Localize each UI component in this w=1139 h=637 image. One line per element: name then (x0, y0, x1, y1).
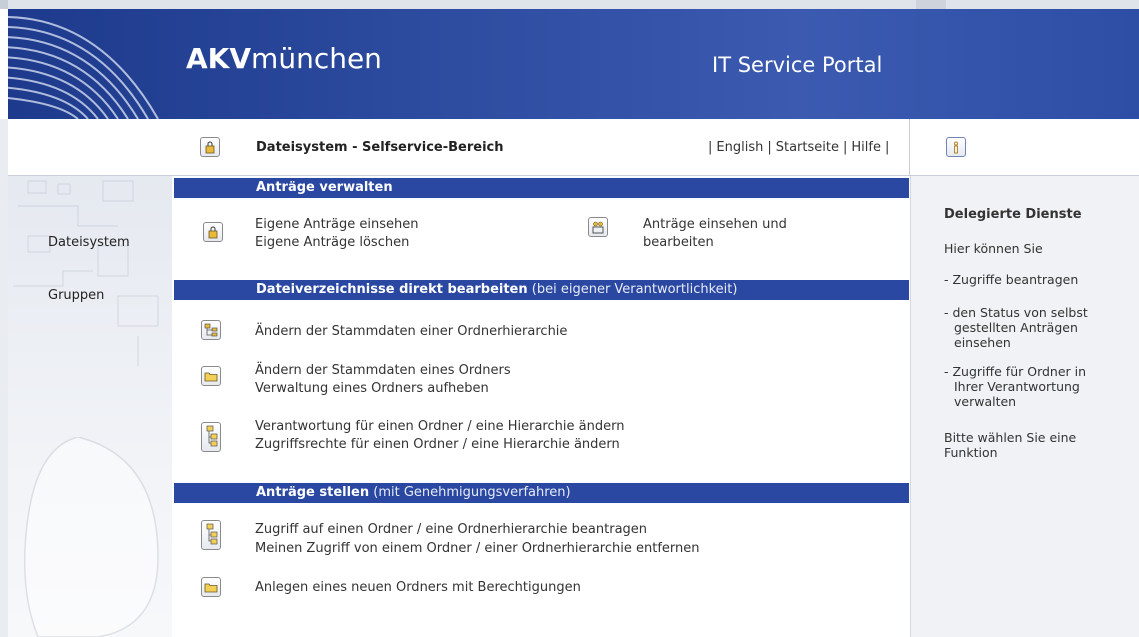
link-line: Anträge einsehen und (643, 217, 787, 232)
panel-bullet: - den Status von selbst gestellten Anträ… (944, 305, 1088, 350)
divider (909, 119, 910, 175)
section-subtitle: (mit Genehmigungsverfahren) (373, 485, 571, 500)
section-header-antraege-stellen: Anträge stellen (mit Genehmigungsverfahr… (174, 483, 909, 503)
mouse-graphic (23, 437, 159, 637)
folder-hierarchy-icon[interactable] (201, 520, 221, 550)
create-folder-link[interactable]: Anlegen eines neuen Ordners mit Berechti… (255, 579, 581, 597)
access-rights-change-link[interactable]: Zugriffsrechte für einen Ordner / eine H… (255, 436, 620, 454)
bullet-line: - Zugriffe für Ordner in (944, 364, 1087, 379)
requests-view-edit-link[interactable]: Anträge einsehen und bearbeiten (643, 216, 787, 252)
logo-bold-text: AKV (186, 42, 252, 75)
section-title: Anträge verwalten (256, 180, 393, 195)
section-title: Anträge stellen (256, 485, 370, 500)
page-title: Dateisystem - Selfservice-Bereich (256, 140, 504, 155)
link-separator: | (884, 140, 890, 155)
header-banner (8, 9, 1139, 119)
panel-heading: Delegierte Dienste (944, 207, 1082, 222)
bullet-line: Ihrer Verantwortung (954, 379, 1080, 394)
panel-intro: Hier können Sie (944, 241, 1043, 256)
bullet-line: einsehen (954, 335, 1011, 350)
outro-line: Funktion (944, 445, 998, 460)
section-header-antraege-verwalten: Anträge verwalten (174, 178, 909, 198)
section-subtitle: (bei eigener Verantwortlichkeit) (531, 282, 738, 297)
section-header-dateiverzeichnisse: Dateiverzeichnisse direkt bearbeiten (be… (174, 280, 909, 300)
link-hilfe[interactable]: Hilfe (851, 140, 881, 155)
lock-document-icon (200, 137, 220, 157)
bullet-line: verwalten (954, 394, 1017, 409)
top-links: | English | Startseite | Hilfe | (704, 140, 893, 155)
request-access-link[interactable]: Zugriff auf einen Ordner / eine Ordnerhi… (255, 521, 647, 539)
info-icon[interactable] (946, 137, 966, 157)
responsibility-change-link[interactable]: Verantwortung für einen Ordner / eine Hi… (255, 418, 624, 436)
panel-bullet: - Zugriffe beantragen (944, 272, 1079, 287)
folder-master-data-link[interactable]: Ändern der Stammdaten eines Ordners (255, 362, 511, 380)
bullet-line: gestellten Anträgen (954, 320, 1078, 335)
lock-document-icon[interactable] (203, 222, 223, 242)
logo-text: münchen (251, 42, 382, 75)
link-separator: | (767, 140, 772, 155)
sidebar-item-dateisystem[interactable]: Dateisystem (48, 235, 130, 250)
folder-icon[interactable] (201, 577, 221, 597)
own-requests-delete-link[interactable]: Eigene Anträge löschen (255, 234, 409, 252)
bullet-line: - den Status von selbst (944, 305, 1088, 320)
folder-release-link[interactable]: Verwaltung eines Ordners aufheben (255, 380, 489, 398)
panel-outro: Bitte wählen Sie eine Funktion (944, 430, 1076, 460)
top-strip (0, 0, 1139, 9)
circuit-pattern (13, 180, 159, 366)
sidebar-item-gruppen[interactable]: Gruppen (48, 288, 104, 303)
left-edge (0, 119, 8, 637)
link-separator: | (708, 140, 713, 155)
top-bar (8, 119, 1139, 176)
outro-line: Bitte wählen Sie eine (944, 430, 1077, 445)
link-line: bearbeiten (643, 235, 714, 250)
panel-bullet: - Zugriffe für Ordner in Ihrer Verantwor… (944, 364, 1086, 409)
section-title: Dateiverzeichnisse direkt bearbeiten (256, 282, 528, 297)
portal-title: IT Service Portal (712, 53, 883, 77)
folder-hierarchy-icon[interactable] (201, 422, 221, 452)
link-separator: | (842, 140, 848, 155)
own-requests-view-link[interactable]: Eigene Anträge einsehen (255, 216, 418, 234)
link-english[interactable]: English (716, 140, 763, 155)
hierarchy-master-data-link[interactable]: Ändern der Stammdaten einer Ordnerhierar… (255, 323, 567, 341)
folder-icon[interactable] (201, 366, 221, 386)
remove-access-link[interactable]: Meinen Zugriff von einem Ordner / einer … (255, 540, 700, 558)
hierarchy-icon[interactable] (201, 320, 221, 340)
link-startseite[interactable]: Startseite (776, 140, 839, 155)
akv-logo[interactable]: AKVmünchen (186, 42, 382, 75)
building-arcs-graphic (8, 16, 159, 119)
people-icon[interactable] (588, 217, 608, 237)
